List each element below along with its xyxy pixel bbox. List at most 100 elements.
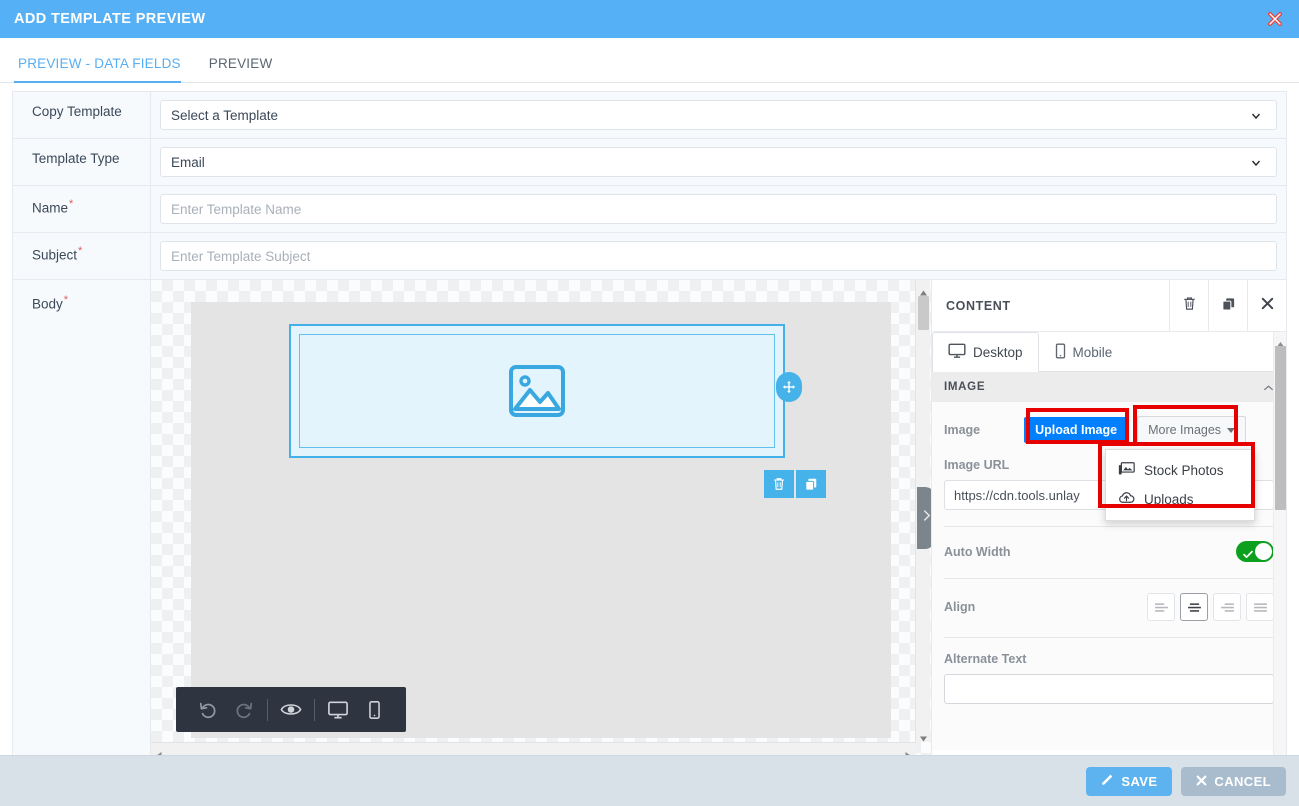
template-type-select[interactable]: Email — [160, 147, 1277, 177]
scroll-up-icon[interactable] — [1276, 335, 1285, 347]
chevron-right-icon — [922, 509, 931, 527]
move-handle-icon[interactable] — [776, 372, 802, 402]
label-text: Name — [32, 200, 69, 216]
tab-label: PREVIEW - DATA FIELDS — [18, 56, 181, 71]
dropdown-item-label: Uploads — [1144, 492, 1194, 507]
select-value: Email — [171, 154, 205, 170]
upload-image-button[interactable]: Upload Image — [1024, 417, 1129, 443]
modal-tabbar: PREVIEW - DATA FIELDS PREVIEW — [0, 38, 1299, 83]
tab-preview[interactable]: PREVIEW — [205, 56, 283, 82]
email-canvas[interactable] — [151, 280, 931, 755]
align-right-icon[interactable] — [1213, 593, 1241, 621]
image-row: Image Upload Image More Images — [944, 402, 1274, 444]
template-subject-input[interactable]: Enter Template Subject — [160, 241, 1277, 271]
label-text: Body — [32, 296, 63, 312]
toolbar-divider — [267, 698, 268, 721]
copy-template-select[interactable]: Select a Template — [160, 100, 1277, 130]
toggle-knob — [1255, 543, 1272, 560]
mobile-icon — [1055, 343, 1066, 362]
label-text: Copy Template — [32, 104, 122, 119]
tab-preview-data-fields[interactable]: PREVIEW - DATA FIELDS — [14, 56, 191, 83]
cell-name: Enter Template Name — [151, 186, 1286, 232]
divider — [944, 637, 1274, 638]
align-center-icon[interactable] — [1180, 593, 1208, 621]
required-mark: * — [78, 245, 83, 257]
cell-copy-template: Select a Template — [151, 92, 1286, 138]
align-justify-icon[interactable] — [1246, 593, 1274, 621]
panel-duplicate-button[interactable] — [1208, 280, 1247, 332]
form-row-template-type: Template Type Email — [13, 139, 1286, 186]
required-mark: * — [69, 198, 74, 210]
auto-width-label: Auto Width — [944, 544, 1011, 559]
dropdown-item-uploads[interactable]: Uploads — [1106, 485, 1254, 514]
cancel-button[interactable]: CANCEL — [1181, 766, 1286, 796]
tab-label: Desktop — [973, 345, 1023, 360]
scroll-up-icon[interactable] — [919, 284, 928, 296]
trash-icon — [1182, 296, 1197, 316]
label-copy-template: Copy Template — [13, 92, 151, 138]
scroll-thumb[interactable] — [918, 296, 929, 330]
required-mark: * — [63, 294, 69, 306]
image-url-value: https://cdn.tools.unlay — [954, 487, 1080, 503]
trash-icon[interactable] — [764, 470, 794, 498]
label-template-type: Template Type — [13, 139, 151, 185]
scroll-down-icon[interactable] — [919, 730, 928, 742]
device-tabs: Desktop Mobile — [932, 332, 1286, 372]
scroll-thumb[interactable] — [1275, 346, 1286, 510]
form-row-name: Name* Enter Template Name — [13, 186, 1286, 233]
image-section-header[interactable]: IMAGE — [932, 372, 1286, 402]
tab-mobile[interactable]: Mobile — [1039, 332, 1129, 372]
modal-title: ADD TEMPLATE PREVIEW — [14, 11, 206, 27]
mobile-view-icon[interactable] — [356, 687, 392, 732]
canvas-horizontal-scrollbar[interactable] — [151, 742, 916, 755]
align-button-group — [1147, 593, 1274, 621]
dropdown-item-stock-photos[interactable]: Stock Photos — [1106, 456, 1254, 485]
scroll-right-icon[interactable] — [904, 747, 912, 755]
alternate-text-group: Alternate Text — [944, 652, 1274, 704]
panel-delete-button[interactable] — [1169, 280, 1208, 332]
dropdown-item-label: Stock Photos — [1144, 463, 1224, 478]
add-template-preview-modal: ADD TEMPLATE PREVIEW PREVIEW - DATA FIEL… — [0, 0, 1299, 806]
preview-eye-icon[interactable] — [273, 687, 309, 732]
panel-close-button[interactable] — [1247, 280, 1286, 332]
align-label: Align — [944, 600, 976, 614]
label-body: Body* — [13, 280, 151, 755]
save-button[interactable]: SAVE — [1086, 766, 1173, 796]
modal-footer: SAVE CANCEL — [0, 755, 1299, 806]
alternate-text-input[interactable] — [944, 674, 1274, 704]
panel-collapse-toggle[interactable] — [917, 487, 931, 549]
form-table: Copy Template Select a Template Template… — [12, 91, 1287, 755]
template-name-input[interactable]: Enter Template Name — [160, 194, 1277, 224]
email-sheet — [191, 302, 891, 738]
input-placeholder: Enter Template Subject — [171, 248, 311, 264]
section-title: IMAGE — [944, 381, 986, 393]
tab-desktop[interactable]: Desktop — [932, 332, 1039, 372]
align-left-icon[interactable] — [1147, 593, 1175, 621]
panel-header: CONTENT — [932, 280, 1286, 332]
cancel-label: CANCEL — [1214, 773, 1271, 789]
modal-titlebar: ADD TEMPLATE PREVIEW — [0, 0, 1299, 38]
label-text: Template Type — [32, 151, 120, 166]
check-icon — [1243, 546, 1253, 559]
image-placeholder-icon — [508, 364, 566, 418]
editor-toolbar — [176, 687, 406, 732]
label-text: Subject — [32, 247, 78, 263]
undo-icon[interactable] — [190, 687, 226, 732]
redo-icon[interactable] — [226, 687, 262, 732]
panel-vertical-scrollbar[interactable] — [1273, 332, 1286, 755]
label-name: Name* — [13, 186, 151, 232]
align-row: Align — [944, 579, 1274, 621]
more-images-button[interactable]: More Images — [1137, 416, 1247, 444]
cloud-upload-icon — [1118, 491, 1135, 508]
scroll-left-icon[interactable] — [155, 747, 163, 755]
duplicate-icon[interactable] — [796, 470, 826, 498]
duplicate-icon — [1221, 296, 1236, 316]
scroll-down-icon[interactable] — [1276, 748, 1285, 755]
desktop-view-icon[interactable] — [320, 687, 356, 732]
image-content-block[interactable] — [289, 324, 785, 458]
select-value: Select a Template — [171, 107, 279, 123]
image-label: Image — [944, 423, 981, 437]
auto-width-toggle[interactable] — [1236, 541, 1274, 562]
pencil-icon — [1101, 773, 1114, 789]
close-icon[interactable] — [1267, 11, 1283, 27]
